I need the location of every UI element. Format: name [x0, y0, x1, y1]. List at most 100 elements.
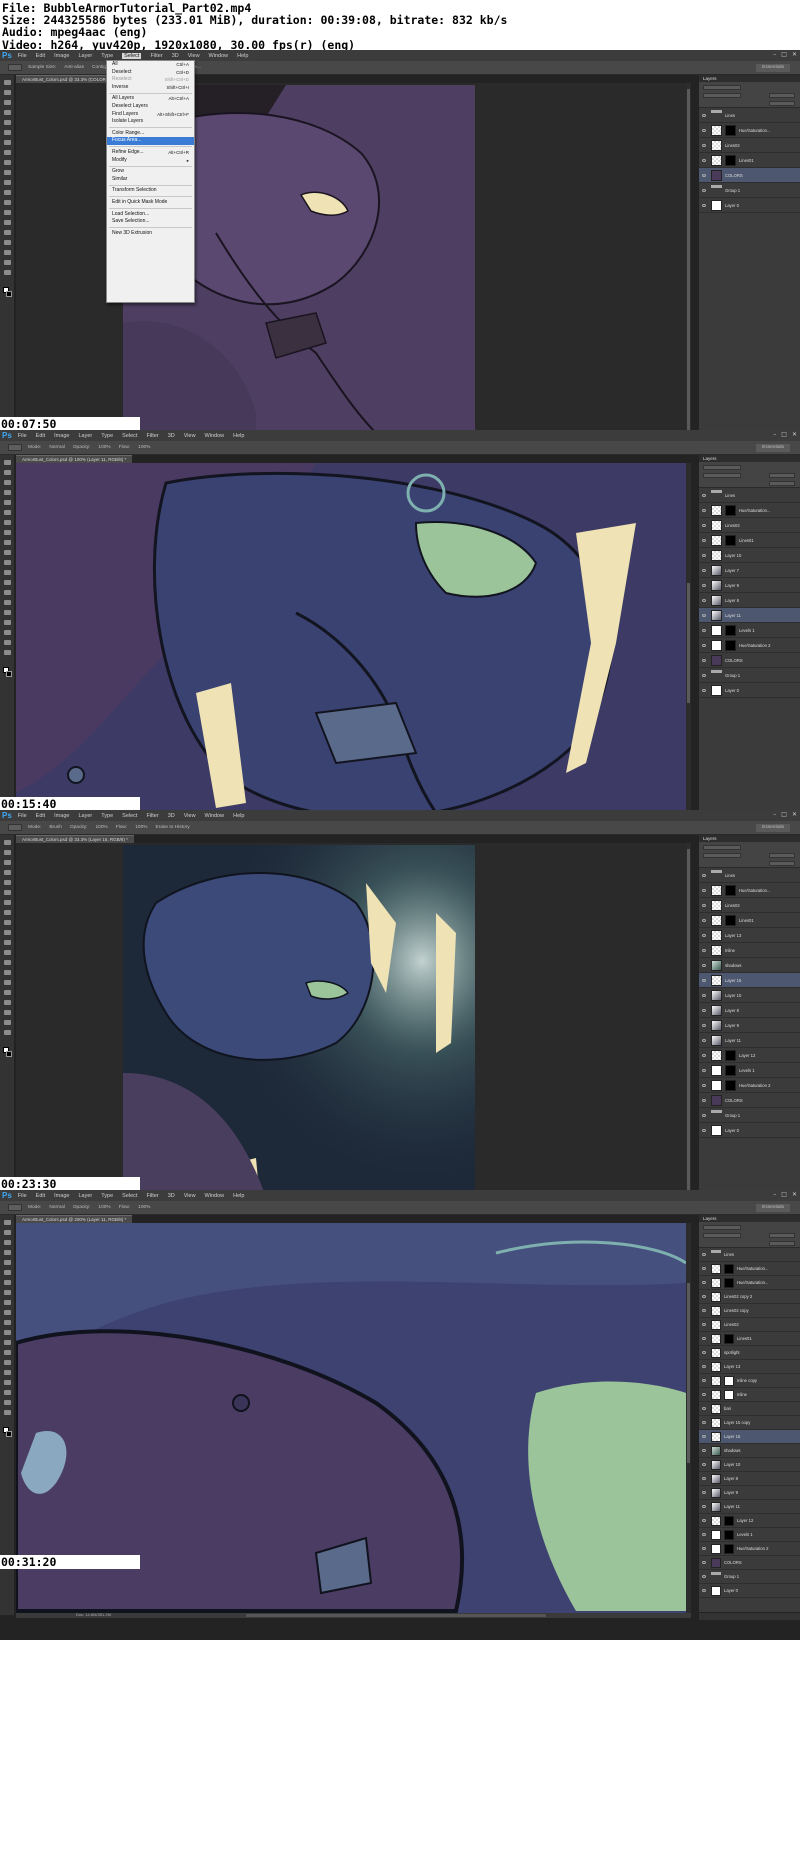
menu-edit[interactable]: Edit	[36, 433, 45, 439]
menu-layer[interactable]: Layer	[78, 53, 92, 59]
blend-mode-select[interactable]	[703, 473, 741, 478]
menu-window[interactable]: Window	[205, 1193, 225, 1199]
select-menu-item[interactable]: Focus Area...	[107, 137, 194, 145]
layer-row[interactable]: Layer 11	[699, 608, 800, 623]
layer-row[interactable]: Lines02 copy 2	[699, 1290, 800, 1304]
eye-icon[interactable]	[702, 1023, 706, 1027]
layer-row[interactable]: Layer 13	[699, 928, 800, 943]
fill-field[interactable]	[769, 861, 795, 866]
eye-icon[interactable]	[702, 1053, 706, 1057]
layer-row[interactable]: shadows	[699, 958, 800, 973]
shape-tool-icon[interactable]	[4, 1390, 11, 1395]
layer-row[interactable]: Hue/Saturation...	[699, 1276, 800, 1290]
lasso-tool-icon[interactable]	[4, 1240, 11, 1245]
eraser-tool-icon[interactable]	[4, 1320, 11, 1325]
layer-row[interactable]: Lines02	[699, 518, 800, 533]
option-2[interactable]: Opacity:	[73, 1205, 91, 1210]
select-menu-item[interactable]: Grow	[107, 168, 194, 176]
option-0[interactable]: Mode:	[28, 1205, 41, 1210]
option-3[interactable]: 100%	[95, 825, 107, 830]
eye-icon[interactable]	[702, 933, 706, 937]
layers-panel-title[interactable]: Layers	[699, 455, 800, 462]
eye-icon[interactable]	[702, 963, 706, 967]
eye-icon[interactable]	[702, 1533, 706, 1536]
stamp-tool-icon[interactable]	[4, 160, 11, 165]
eye-icon[interactable]	[702, 158, 706, 162]
option-6[interactable]: Erase to History	[156, 825, 190, 830]
dodge-tool-icon[interactable]	[4, 210, 11, 215]
layers-panel-title[interactable]: Layers	[699, 75, 800, 82]
layer-row[interactable]: Lines02	[699, 138, 800, 153]
layer-row[interactable]: Lines	[699, 108, 800, 123]
history-brush-icon[interactable]	[4, 550, 11, 555]
layer-row[interactable]: Layer 9	[699, 578, 800, 593]
option-5[interactable]: 100%	[135, 825, 147, 830]
layer-row[interactable]: COLORS	[699, 168, 800, 183]
workspace-switcher[interactable]: Essentials	[756, 1204, 790, 1212]
canvas-area[interactable]	[16, 843, 686, 1233]
scrollbar-thumb[interactable]	[687, 1283, 690, 1463]
stamp-tool-icon[interactable]	[4, 540, 11, 545]
menu-view[interactable]: View	[184, 433, 196, 439]
hand-tool-icon[interactable]	[4, 640, 11, 645]
magic-wand-icon[interactable]	[4, 870, 11, 875]
eye-icon[interactable]	[702, 173, 706, 177]
layer-row[interactable]: Group 1	[699, 668, 800, 683]
eye-icon[interactable]	[702, 903, 706, 907]
maximize-icon[interactable]: □	[781, 51, 787, 58]
eye-icon[interactable]	[702, 1505, 706, 1508]
select-menu-item[interactable]: Edit in Quick Mask Mode	[107, 199, 194, 207]
layer-row[interactable]: Layer 0	[699, 1584, 800, 1598]
hand-tool-icon[interactable]	[4, 1400, 11, 1405]
eye-icon[interactable]	[702, 613, 706, 617]
layer-row[interactable]: Hue/Saturation 2	[699, 1078, 800, 1093]
layer-row[interactable]: Layer 0	[699, 198, 800, 213]
layer-row[interactable]: COLORS	[699, 1093, 800, 1108]
select-menu-item[interactable]: Modify ▸	[107, 157, 194, 165]
marquee-tool-icon[interactable]	[4, 1230, 11, 1235]
layer-row[interactable]: Lines01	[699, 1332, 800, 1346]
magic-wand-icon[interactable]	[4, 490, 11, 495]
lasso-tool-icon[interactable]	[4, 480, 11, 485]
zoom-tool-icon[interactable]	[4, 270, 11, 275]
select-menu-item[interactable]: Deselect Ctrl+D	[107, 69, 194, 77]
layer-row[interactable]: Layer 15	[699, 1430, 800, 1444]
crop-tool-icon[interactable]	[4, 1260, 11, 1265]
layer-row[interactable]: Layer 0	[699, 1123, 800, 1138]
opacity-field[interactable]	[769, 853, 795, 858]
magic-wand-icon[interactable]	[4, 110, 11, 115]
background-color-swatch[interactable]	[6, 1051, 12, 1057]
option-4[interactable]: Flow:	[119, 445, 130, 450]
shape-tool-icon[interactable]	[4, 1010, 11, 1015]
eye-icon[interactable]	[702, 688, 706, 692]
layer-row[interactable]: Hue/Saturation...	[699, 883, 800, 898]
close-icon[interactable]: ✕	[792, 1191, 797, 1198]
eye-icon[interactable]	[702, 873, 706, 877]
close-icon[interactable]: ✕	[792, 811, 797, 818]
layer-row[interactable]: Levels 1	[699, 1528, 800, 1542]
type-tool-icon[interactable]	[4, 990, 11, 995]
gradient-tool-icon[interactable]	[4, 190, 11, 195]
eye-icon[interactable]	[702, 1295, 706, 1298]
opacity-field[interactable]	[769, 473, 795, 478]
eye-icon[interactable]	[702, 918, 706, 922]
layer-row[interactable]: Hue/Saturation 2	[699, 638, 800, 653]
eye-icon[interactable]	[702, 203, 706, 207]
layer-row[interactable]: Lines	[699, 488, 800, 503]
eye-icon[interactable]	[702, 1491, 706, 1494]
option-2[interactable]: Opacity:	[73, 445, 91, 450]
path-select-icon[interactable]	[4, 240, 11, 245]
brush-tool-icon[interactable]	[4, 910, 11, 915]
eye-icon[interactable]	[702, 1281, 706, 1284]
history-brush-icon[interactable]	[4, 930, 11, 935]
layer-row[interactable]: Layer 12	[699, 1048, 800, 1063]
layer-row[interactable]: Levels 1	[699, 1063, 800, 1078]
layer-row[interactable]: Layer 8	[699, 1472, 800, 1486]
path-select-icon[interactable]	[4, 1380, 11, 1385]
layer-row[interactable]: Inline	[699, 1388, 800, 1402]
eraser-tool-icon[interactable]	[4, 940, 11, 945]
shape-tool-icon[interactable]	[4, 630, 11, 635]
gradient-tool-icon[interactable]	[4, 1330, 11, 1335]
menu-view[interactable]: View	[188, 53, 200, 59]
layer-row[interactable]: Layer 9	[699, 1486, 800, 1500]
